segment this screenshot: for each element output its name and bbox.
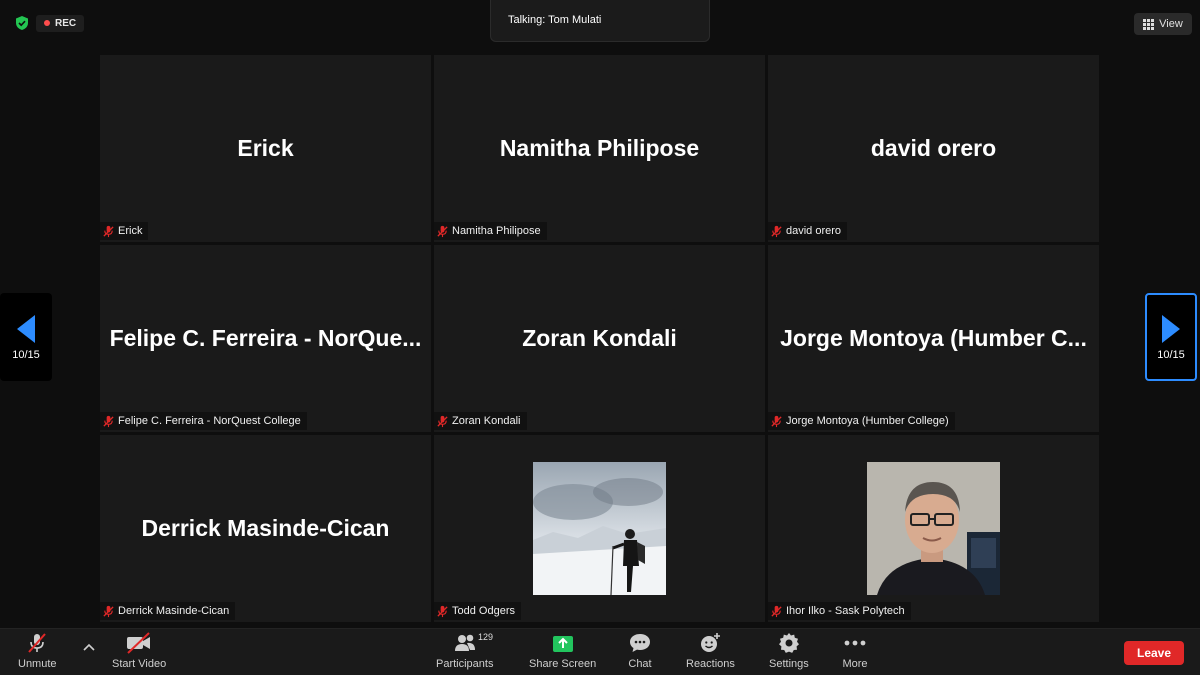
- participant-tile[interactable]: Zoran Kondali Zoran Kondali: [434, 245, 765, 432]
- settings-button[interactable]: Settings: [769, 631, 809, 670]
- participant-name-tag: Zoran Kondali: [434, 412, 527, 430]
- smiley-icon: [701, 633, 721, 652]
- audio-options-button[interactable]: [82, 642, 96, 652]
- unmute-button[interactable]: Unmute: [18, 631, 57, 670]
- arrow-left-icon: [17, 315, 35, 343]
- leave-button[interactable]: Leave: [1124, 641, 1184, 665]
- participant-tile[interactable]: Ihor Ilko - Sask Polytech: [768, 435, 1099, 622]
- profile-photo-skier: [533, 462, 666, 595]
- participant-display-name: Namitha Philipose: [499, 135, 700, 161]
- profile-photo-man-glasses: [867, 462, 1000, 595]
- chevron-up-icon: [83, 643, 95, 651]
- grid-icon: [1143, 18, 1155, 30]
- participant-display-name: Jorge Montoya (Humber C...: [780, 325, 1087, 351]
- participant-display-name: Derrick Masinde-Cican: [141, 515, 390, 541]
- participant-tag-label: Namitha Philipose: [452, 225, 541, 237]
- participant-tile[interactable]: Felipe C. Ferreira - NorQue... Felipe C.…: [100, 245, 431, 432]
- participant-name-tag: Namitha Philipose: [434, 222, 547, 240]
- gear-icon: [778, 633, 799, 653]
- participant-tag-label: Erick: [118, 225, 143, 237]
- start-video-label: Start Video: [112, 658, 167, 670]
- participant-tag-label: Felipe C. Ferreira - NorQuest College: [118, 415, 301, 427]
- participant-tag-label: Jorge Montoya (Humber College): [786, 415, 949, 427]
- participant-display-name: Zoran Kondali: [522, 325, 677, 351]
- participant-name-tag: Jorge Montoya (Humber College): [768, 412, 955, 430]
- shield-icon: [16, 16, 28, 30]
- mic-muted-icon: [437, 605, 448, 617]
- mic-muted-icon: [437, 225, 448, 237]
- participant-name-tag: david orero: [768, 222, 848, 240]
- share-screen-button[interactable]: Share Screen: [529, 631, 596, 670]
- unmute-label: Unmute: [18, 658, 57, 670]
- mic-muted-icon: [437, 415, 448, 427]
- mic-muted-icon: [771, 225, 782, 237]
- mic-muted-icon: [771, 605, 782, 617]
- participant-tile[interactable]: Jorge Montoya (Humber C... Jorge Montoya…: [768, 245, 1099, 432]
- participants-count: 129: [478, 632, 494, 642]
- participant-tile[interactable]: Erick Erick: [100, 55, 431, 242]
- rec-label: REC: [55, 17, 77, 29]
- mic-muted-icon: [103, 415, 114, 427]
- video-off-icon: [127, 632, 151, 654]
- rec-dot-icon: [44, 20, 50, 26]
- start-video-button[interactable]: Start Video: [112, 631, 166, 670]
- meeting-toolbar: Unmute Start Video Participants 129 Shar…: [0, 628, 1200, 675]
- mic-muted-icon: [103, 225, 114, 237]
- more-icon: [844, 640, 866, 646]
- chat-icon: [630, 634, 650, 652]
- participant-name-tag: Erick: [100, 222, 149, 240]
- view-label: View: [1159, 18, 1183, 30]
- reactions-button[interactable]: Reactions: [686, 631, 735, 670]
- talking-indicator: Talking: Tom Mulati: [490, 0, 710, 42]
- view-button[interactable]: View: [1134, 13, 1192, 35]
- recording-indicator: REC: [14, 12, 85, 34]
- participant-tag-label: Todd Odgers: [452, 605, 515, 617]
- participant-tag-label: Derrick Masinde-Cican: [118, 605, 230, 617]
- participant-name-tag: Felipe C. Ferreira - NorQuest College: [100, 412, 307, 430]
- settings-label: Settings: [769, 658, 809, 670]
- participants-icon: [454, 634, 475, 651]
- participant-display-name: Felipe C. Ferreira - NorQue...: [109, 325, 422, 351]
- chat-button[interactable]: Chat: [628, 631, 652, 670]
- chat-label: Chat: [628, 658, 652, 670]
- mic-muted-icon: [28, 633, 47, 653]
- reactions-label: Reactions: [686, 658, 735, 670]
- leave-label: Leave: [1136, 646, 1172, 660]
- share-screen-icon: [552, 636, 573, 652]
- participant-tile[interactable]: david orero david orero: [768, 55, 1099, 242]
- participant-name-tag: Derrick Masinde-Cican: [100, 602, 236, 620]
- mic-muted-icon: [103, 605, 114, 617]
- participant-tile[interactable]: Todd Odgers: [434, 435, 765, 622]
- participant-name-tag: Ihor Ilko - Sask Polytech: [768, 602, 911, 620]
- participant-name-tag: Todd Odgers: [434, 602, 521, 620]
- participant-display-name: david orero: [870, 135, 997, 161]
- previous-page-button[interactable]: 10/15: [0, 293, 52, 381]
- page-indicator-right: 10/15: [1157, 349, 1185, 361]
- page-indicator-left: 10/15: [12, 349, 40, 361]
- participant-tag-label: Ihor Ilko - Sask Polytech: [786, 605, 905, 617]
- participant-display-name: Erick: [237, 135, 294, 161]
- talking-text: Talking: Tom Mulati: [508, 14, 602, 26]
- arrow-right-icon: [1162, 315, 1180, 343]
- more-button[interactable]: More: [842, 631, 868, 670]
- participants-label: Participants: [436, 658, 494, 670]
- share-screen-label: Share Screen: [529, 658, 597, 670]
- participant-tag-label: david orero: [786, 225, 842, 237]
- participant-tag-label: Zoran Kondali: [452, 415, 521, 427]
- mic-muted-icon: [771, 415, 782, 427]
- more-label: More: [842, 658, 868, 670]
- rec-badge[interactable]: REC: [36, 14, 85, 32]
- participant-tile[interactable]: Derrick Masinde-Cican Derrick Masinde-Ci…: [100, 435, 431, 622]
- participant-tile[interactable]: Namitha Philipose Namitha Philipose: [434, 55, 765, 242]
- next-page-button[interactable]: 10/15: [1145, 293, 1197, 381]
